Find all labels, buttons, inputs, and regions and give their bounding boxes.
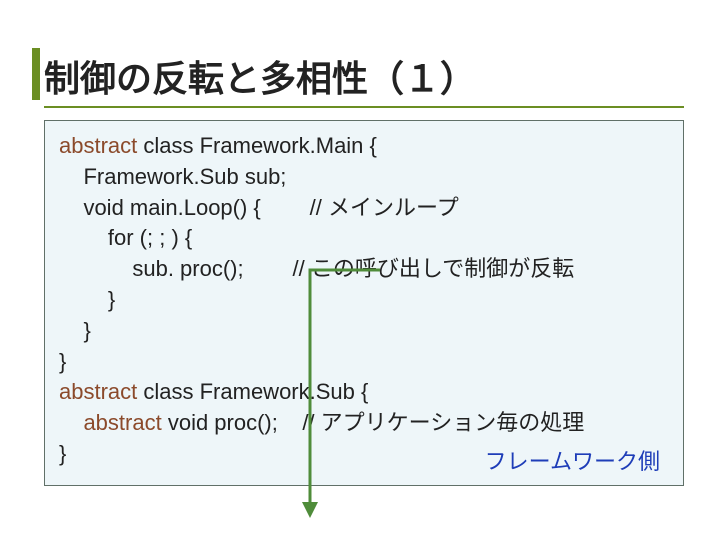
code-comment: // メインループ — [310, 195, 459, 220]
code-comment: // アプリケーション毎の処理 — [302, 410, 584, 435]
code-line: for (; ; ) { — [59, 223, 669, 254]
keyword: abstract — [59, 133, 137, 158]
code-text: class Framework.Main { — [137, 133, 377, 158]
code-line: } — [59, 285, 669, 316]
accent-bar — [32, 48, 40, 100]
code-line: abstract class Framework.Main { — [59, 131, 669, 162]
code-text: class Framework.Sub { — [137, 379, 368, 404]
code-line: Framework.Sub sub; — [59, 162, 669, 193]
code-line: abstract void proc(); // アプリケーション毎の処理 — [59, 408, 669, 439]
code-text: void proc(); — [162, 410, 303, 435]
code-line: void main.Loop() { // メインループ — [59, 193, 669, 224]
code-comment: // この呼び出しで制御が反転 — [293, 256, 575, 281]
code-line: abstract class Framework.Sub { — [59, 377, 669, 408]
code-line: } — [59, 316, 669, 347]
keyword: abstract — [59, 379, 137, 404]
code-text: sub. proc(); — [59, 256, 293, 281]
code-block: abstract class Framework.Main { Framewor… — [44, 120, 684, 486]
code-line: sub. proc(); // この呼び出しで制御が反転 — [59, 254, 669, 285]
code-text: void main.Loop() { — [59, 195, 310, 220]
slide-title: 制御の反転と多相性（１） — [44, 50, 684, 108]
code-line: } — [59, 347, 669, 378]
keyword: abstract — [59, 410, 162, 435]
framework-side-label: フレームワーク側 — [485, 444, 660, 476]
